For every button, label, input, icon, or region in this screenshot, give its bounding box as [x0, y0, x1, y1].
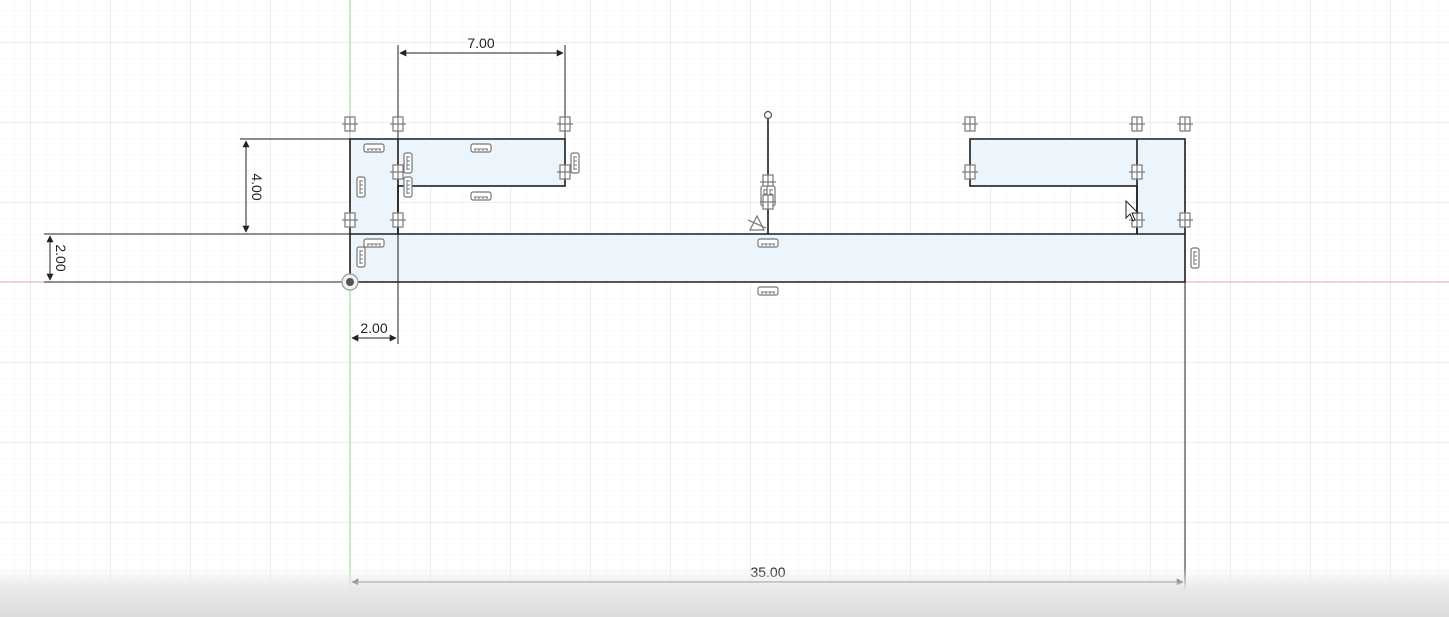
vertical-constraint-icon[interactable]: [356, 246, 366, 268]
coincident-constraint-icon[interactable]: [1128, 164, 1146, 180]
grid-major: [0, 0, 1449, 617]
vertical-constraint-icon[interactable]: [356, 176, 366, 198]
horizontal-constraint-icon[interactable]: [757, 238, 779, 248]
horizontal-constraint-icon[interactable]: [363, 143, 385, 153]
coincident-constraint-icon[interactable]: [1176, 116, 1194, 132]
coincident-constraint-icon[interactable]: [759, 194, 777, 210]
dimension-base-height-value[interactable]: 2.00: [53, 244, 69, 271]
vertical-constraint-icon[interactable]: [1190, 247, 1200, 269]
coincident-constraint-icon[interactable]: [961, 116, 979, 132]
bottom-fade-bar: [0, 568, 1449, 617]
coincident-constraint-icon[interactable]: [1128, 116, 1146, 132]
coincident-constraint-icon[interactable]: [556, 116, 574, 132]
horizontal-constraint-icon[interactable]: [470, 191, 492, 201]
origin-point-icon[interactable]: [341, 273, 359, 291]
horizontal-constraint-icon[interactable]: [757, 286, 779, 296]
vertical-constraint-icon[interactable]: [570, 152, 580, 174]
profile-right-arm[interactable]: [970, 139, 1137, 186]
dimension-left-height-value[interactable]: 4.00: [249, 173, 265, 200]
sketch-canvas[interactable]: 7.00 4.00 2.00 2.00 35.00: [0, 0, 1449, 617]
center-line-endpoint[interactable]: [763, 110, 773, 120]
coincident-constraint-icon[interactable]: [961, 164, 979, 180]
dimension-left-width-value[interactable]: 2.00: [360, 320, 387, 336]
vertical-constraint-icon[interactable]: [403, 176, 413, 198]
vertical-constraint-icon[interactable]: [403, 152, 413, 174]
dimension-top-width-value[interactable]: 7.00: [467, 35, 494, 51]
coincident-constraint-icon[interactable]: [1176, 212, 1194, 228]
horizontal-constraint-icon[interactable]: [363, 238, 385, 248]
horizontal-constraint-icon[interactable]: [470, 143, 492, 153]
midpoint-constraint-stack[interactable]: [759, 174, 777, 210]
